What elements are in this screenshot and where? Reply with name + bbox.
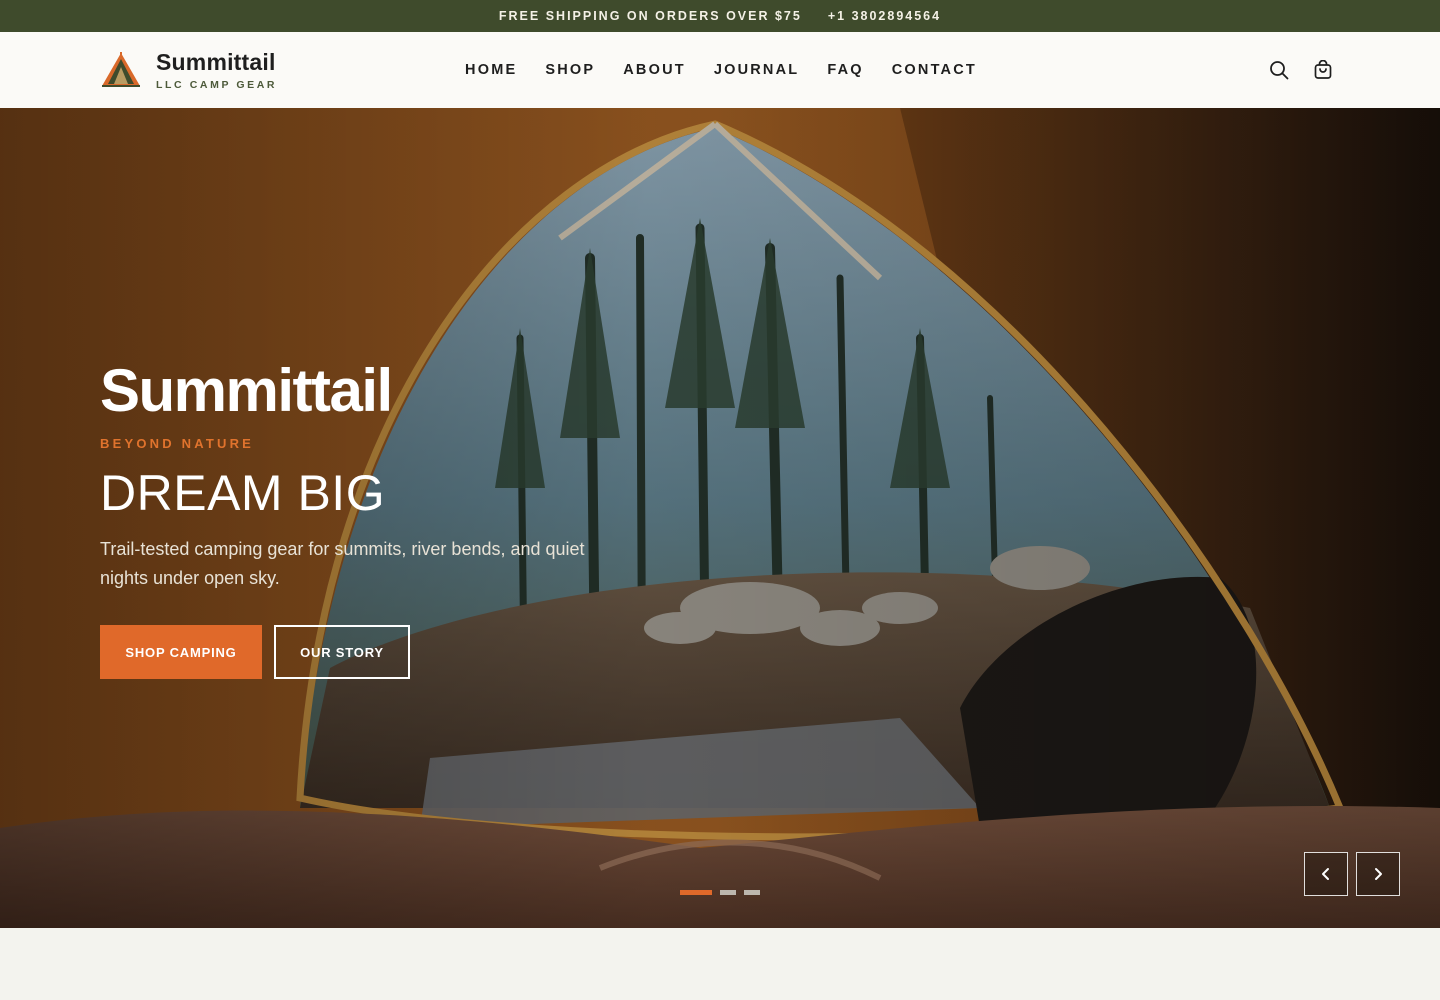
slide-indicators xyxy=(680,890,760,895)
nav-home[interactable]: HOME xyxy=(465,62,517,78)
shop-camping-button[interactable]: SHOP CAMPING xyxy=(100,625,262,679)
chevron-left-icon xyxy=(1322,868,1329,880)
slider-arrows xyxy=(1304,852,1400,896)
nav-faq[interactable]: FAQ xyxy=(827,62,863,78)
nav-contact[interactable]: CONTACT xyxy=(892,62,977,78)
tent-logo-icon xyxy=(100,51,142,89)
slide-dot-3[interactable] xyxy=(744,890,760,895)
phone-number[interactable]: +1 3802894564 xyxy=(828,9,941,23)
nav-shop[interactable]: SHOP xyxy=(545,62,595,78)
shopping-bag-icon[interactable] xyxy=(1312,59,1334,81)
hero-content: Summittail BEYOND NATURE DREAM BIG Trail… xyxy=(100,358,660,679)
hero-cta-group: SHOP CAMPING OUR STORY xyxy=(100,625,660,679)
hero-brand-title: Summittail xyxy=(100,357,393,424)
hero-slider: Summittail BEYOND NATURE DREAM BIG Trail… xyxy=(0,108,1440,928)
header-actions xyxy=(1268,32,1334,108)
brand-name: Summittail xyxy=(156,49,276,75)
next-slide-button[interactable] xyxy=(1356,852,1400,896)
hero-description: Trail-tested camping gear for summits, r… xyxy=(100,539,585,588)
nav-about[interactable]: ABOUT xyxy=(623,62,686,78)
free-shipping-text: FREE SHIPPING ON ORDERS OVER $75 xyxy=(498,9,802,23)
search-icon[interactable] xyxy=(1268,59,1290,81)
previous-slide-button[interactable] xyxy=(1304,852,1348,896)
hero-headline: DREAM BIG xyxy=(100,465,386,521)
slide-dot-2[interactable] xyxy=(720,890,736,895)
hero-eyebrow: BEYOND NATURE xyxy=(100,436,255,451)
next-section xyxy=(0,928,1440,1000)
nav-journal[interactable]: JOURNAL xyxy=(714,62,800,78)
slide-dot-1[interactable] xyxy=(680,890,712,895)
brand-tagline: LLC CAMP GEAR xyxy=(156,79,278,91)
site-header: Summittail LLC CAMP GEAR HOME SHOP ABOUT… xyxy=(0,32,1440,108)
our-story-button[interactable]: OUR STORY xyxy=(274,625,410,679)
announcement-bar: FREE SHIPPING ON ORDERS OVER $75 +1 3802… xyxy=(0,0,1440,32)
chevron-right-icon xyxy=(1375,868,1382,880)
brand-logo-link[interactable]: Summittail LLC CAMP GEAR xyxy=(100,32,277,108)
